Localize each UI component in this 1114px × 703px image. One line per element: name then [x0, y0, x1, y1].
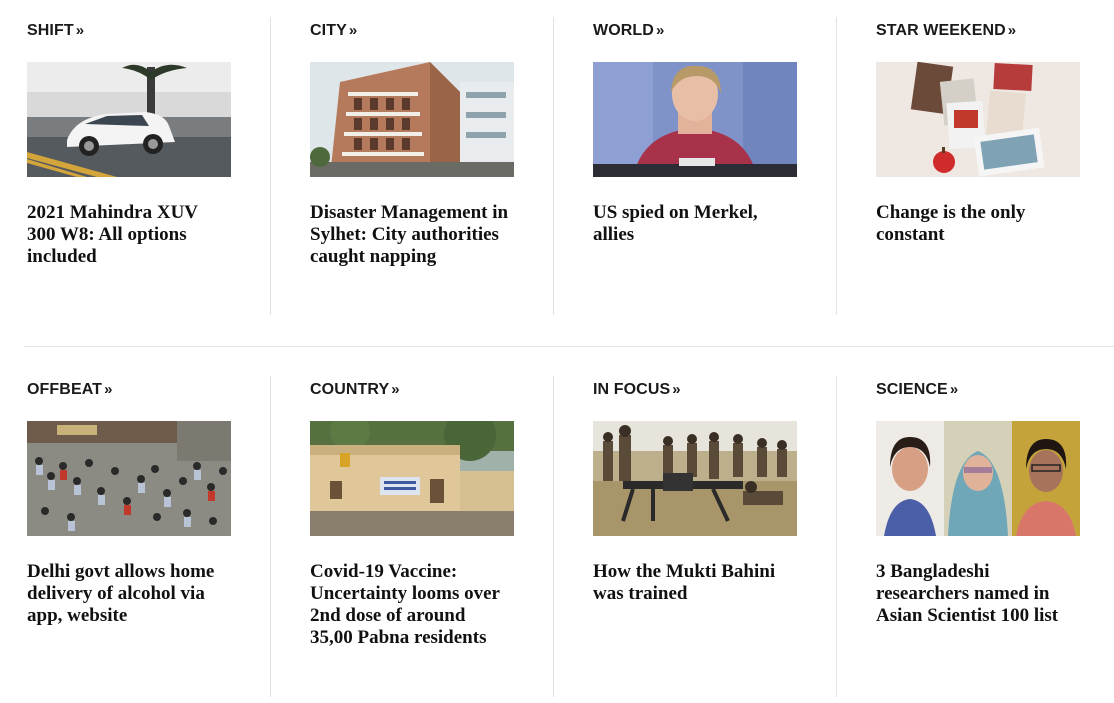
category-link-science[interactable]: SCIENCE» — [876, 381, 958, 399]
category-link-city[interactable]: CITY» — [310, 22, 357, 40]
building-photo-icon[interactable] — [310, 62, 514, 177]
category-label: SCIENCE — [876, 381, 948, 398]
headline-link[interactable]: How the Mukti Bahini was trained — [593, 561, 793, 605]
news-card-city: CITY» Disaster Management in Sylhet: Cit… — [270, 17, 553, 315]
category-link-offbeat[interactable]: OFFBEAT» — [27, 381, 113, 399]
news-card-in-focus: IN FOCUS» How the Mukti Bahini was train… — [553, 376, 836, 697]
category-label: WORLD — [593, 22, 654, 39]
headline-link[interactable]: Covid-19 Vaccine: Uncertainty looms over… — [310, 561, 510, 649]
category-label: IN FOCUS — [593, 381, 671, 398]
row-divider — [24, 346, 1114, 347]
headline-link[interactable]: Disaster Management in Sylhet: City auth… — [310, 202, 510, 268]
news-card-science: SCIENCE» 3 Bangladeshi researchers named… — [836, 376, 1114, 697]
category-label: CITY — [310, 22, 347, 39]
category-link-in-focus[interactable]: IN FOCUS» — [593, 381, 681, 399]
news-card-country: COUNTRY» Covid-19 Vaccine: Uncertainty l… — [270, 376, 553, 697]
news-row-2: OFFBEAT» Delhi govt allows home delivery… — [0, 376, 1114, 697]
category-link-shift[interactable]: SHIFT» — [27, 22, 84, 40]
car-photo-icon[interactable] — [27, 62, 231, 177]
chevron-right-icon: » — [104, 381, 113, 398]
news-card-offbeat: OFFBEAT» Delhi govt allows home delivery… — [0, 376, 283, 697]
chevron-right-icon: » — [75, 22, 85, 39]
category-link-star-weekend[interactable]: STAR WEEKEND» — [876, 22, 1016, 40]
headline-link[interactable]: 3 Bangladeshi researchers named in Asian… — [876, 561, 1076, 627]
category-link-world[interactable]: WORLD» — [593, 22, 664, 40]
news-card-shift: SHIFT» 2021 Mahindra XUV 300 W8: All opt… — [0, 17, 283, 315]
category-link-country[interactable]: COUNTRY» — [310, 381, 400, 399]
health-center-photo-icon[interactable] — [310, 421, 514, 536]
category-label: COUNTRY — [310, 381, 390, 398]
category-label: SHIFT — [27, 22, 74, 39]
news-card-star-weekend: STAR WEEKEND» Change is the only constan… — [836, 17, 1114, 315]
chevron-right-icon: » — [655, 22, 665, 39]
chevron-right-icon: » — [672, 381, 681, 398]
headline-link[interactable]: Change is the only constant — [876, 202, 1076, 246]
portrait-photo-icon[interactable] — [593, 62, 797, 177]
training-photo-icon[interactable] — [593, 421, 797, 536]
headline-link[interactable]: Delhi govt allows home delivery of alcoh… — [27, 561, 227, 627]
headline-link[interactable]: 2021 Mahindra XUV 300 W8: All options in… — [27, 202, 227, 268]
category-label: STAR WEEKEND — [876, 22, 1006, 39]
news-row-1: SHIFT» 2021 Mahindra XUV 300 W8: All opt… — [0, 17, 1114, 315]
crowd-photo-icon[interactable] — [27, 421, 231, 536]
chevron-right-icon: » — [949, 381, 959, 398]
chevron-right-icon: » — [348, 22, 358, 39]
category-label: OFFBEAT — [27, 381, 103, 398]
chevron-right-icon: » — [391, 381, 400, 398]
news-card-world: WORLD» US spied on Merkel, allies — [553, 17, 836, 315]
chevron-right-icon: » — [1007, 22, 1017, 39]
researchers-photo-icon[interactable] — [876, 421, 1080, 536]
headline-link[interactable]: US spied on Merkel, allies — [593, 202, 793, 246]
magazines-photo-icon[interactable] — [876, 62, 1080, 177]
